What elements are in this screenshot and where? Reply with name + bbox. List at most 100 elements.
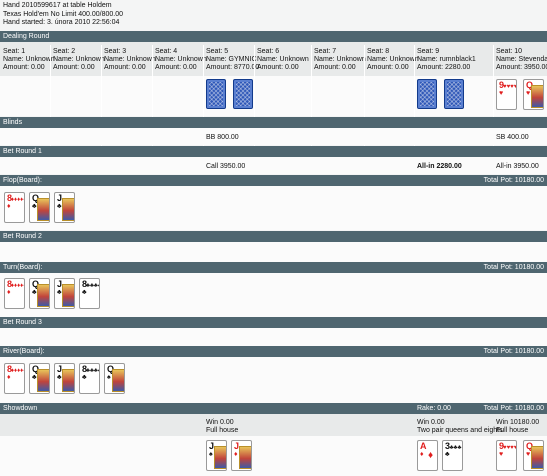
section-title: Flop(Board): [3, 177, 42, 184]
card-pips: ♦ [427, 450, 434, 461]
seat-amount: Amount: 0.00 [314, 64, 356, 72]
card-back [417, 79, 437, 109]
seat-name: Name: rumnblack1 [417, 56, 476, 64]
seat-seat: Seat: 4 [155, 48, 178, 55]
showdown-seat9-win: Win 0.00 [417, 419, 445, 426]
face-card-portrait [62, 284, 74, 307]
playing-card: Q ♥ [523, 79, 544, 110]
face-card-portrait [531, 85, 543, 108]
hand-start-time: Hand started: 3. února 2010 22:56:04 [3, 19, 120, 26]
card-suit-icon: ♥ [499, 451, 504, 458]
flop-band [0, 186, 547, 230]
face-card-portrait [239, 446, 251, 469]
card-suit-icon: ♣ [32, 289, 37, 296]
playing-card: 8♦♦♦♦♦♦♦♦♦ [4, 363, 25, 394]
seat-seat: Seat: 5 [206, 48, 229, 55]
playing-card: 8♣♣♣♣♣♣♣♣♣ [79, 278, 100, 309]
showdown-seat10-hand: Full house [496, 427, 529, 434]
card-pips: ♣♣♣♣♣♣♣♣ [86, 283, 99, 289]
section-title: Dealing Round [3, 33, 50, 40]
seat-name: Name: Unknown [155, 56, 207, 64]
seat-name: Name: Unknown [257, 56, 309, 64]
seat-name: Name: Unknown [53, 56, 105, 64]
playing-card: 8♦♦♦♦♦♦♦♦♦ [4, 278, 25, 309]
card-suit-icon: ♦ [7, 289, 11, 296]
card-suit-icon: ♥ [499, 90, 504, 97]
section-river: River(Board): Total Pot: 10180.00 [0, 346, 547, 357]
seat-amount: Amount: 0.00 [155, 64, 197, 72]
card-suit-icon: ♣ [57, 203, 62, 210]
bet1-seat5: Call 3950.00 [206, 163, 246, 170]
bet2-band [0, 242, 547, 262]
playing-card: Q ♥ [523, 440, 544, 471]
card-pips: ♦♦♦♦♦♦♦♦ [11, 368, 24, 374]
seat-info: Seat: 1 Name: Unknown Amount: 0.00 [3, 48, 55, 73]
section-bet-round-2: Bet Round 2 [0, 231, 547, 242]
section-title: Showdown [3, 405, 38, 412]
hand-title: Hand 2010599617 at table Holdem [3, 2, 112, 9]
seat-info: Seat: 7 Name: Unknown Amount: 0.00 [314, 48, 366, 73]
playing-card: 9♥♥♥♥♥♥♥♥♥♥ [496, 440, 517, 471]
card-suit-icon: ♣ [82, 289, 87, 296]
face-card-portrait [531, 446, 543, 469]
seat-amount: Amount: 0.00 [257, 64, 299, 72]
card-pips: ♣♣♣ [449, 445, 462, 451]
card-pips: ♦♦♦♦♦♦♦♦ [11, 197, 24, 203]
section-showdown: Showdown Rake: 0.00 Total Pot: 10180.00 [0, 403, 547, 414]
card-suit-icon: ♣ [82, 374, 87, 381]
card-suit-icon: ♠ [209, 451, 213, 458]
playing-card: J ♦ [231, 440, 252, 471]
playing-card: A ♦ ♦ [417, 440, 438, 471]
bet3-band [0, 328, 547, 346]
hand-info: Hand 2010599617 at table Holdem Texas Ho… [3, 2, 123, 28]
seat-seat: Seat: 3 [104, 48, 127, 55]
seat-amount: Amount: 0.00 [3, 64, 45, 72]
blind-seat5: BB 800.00 [206, 134, 239, 141]
seat-name: Name: GYMNIC [206, 56, 257, 64]
section-title: River(Board): [3, 348, 45, 355]
showdown-seat9-hand: Two pair queens and eights [417, 427, 503, 434]
card-pips: ♥♥♥♥♥♥♥♥♥ [503, 84, 517, 90]
card-back [444, 79, 464, 109]
bet1-seat9: All-in 2280.00 [417, 163, 462, 170]
face-card-portrait [214, 446, 226, 469]
seat-info: Seat: 2 Name: Unknown Amount: 0.00 [53, 48, 105, 73]
card-back [233, 79, 253, 109]
card-suit-icon: ♣ [32, 374, 37, 381]
seat-name: Name: Unknown [314, 56, 366, 64]
section-bet-round-1: Bet Round 1 [0, 146, 547, 157]
seat-amount: Amount: 3950.00 [496, 64, 547, 72]
card-suit-icon: ♥ [526, 90, 531, 97]
playing-card: Q ♣ [29, 363, 50, 394]
showdown-cards-band [0, 436, 547, 476]
bet1-band [0, 157, 547, 174]
seat-seat: Seat: 7 [314, 48, 337, 55]
card-suit-icon: ♣ [57, 374, 62, 381]
seat-amount: Amount: 0.00 [53, 64, 95, 72]
seat-amount: Amount: 0.00 [104, 64, 146, 72]
seat-seat: Seat: 6 [257, 48, 280, 55]
seat-amount: Amount: 2280.00 [417, 64, 471, 72]
card-pips: ♥♥♥♥♥♥♥♥♥ [503, 445, 517, 451]
playing-card: 8♦♦♦♦♦♦♦♦♦ [4, 192, 25, 223]
card-suit-icon: ♥ [526, 451, 531, 458]
face-card-portrait [37, 284, 49, 307]
card-rank: A [420, 441, 427, 451]
seat-name: Name: Stevendall [496, 56, 547, 64]
card-suit-icon: ♦ [7, 374, 11, 381]
seat-amount: Amount: 8770.00 [206, 64, 260, 72]
seat-info: Seat: 6 Name: Unknown Amount: 0.00 [257, 48, 309, 73]
seat-info: Seat: 5 Name: GYMNIC Amount: 8770.00 [206, 48, 259, 73]
total-pot: Total Pot: 10180.00 [483, 405, 544, 412]
total-pot: Total Pot: 10180.00 [483, 264, 544, 271]
blind-seat10: SB 400.00 [496, 134, 529, 141]
card-suit-icon: ♦ [7, 203, 11, 210]
seat-seat: Seat: 1 [3, 48, 26, 55]
seat-amount: Amount: 0.00 [367, 64, 409, 72]
playing-card: 8♣♣♣♣♣♣♣♣♣ [79, 363, 100, 394]
card-suit-icon: ♣ [57, 289, 62, 296]
blinds-band [0, 128, 547, 145]
playing-card: Q ♣ [29, 192, 50, 223]
seat-seat: Seat: 9 [417, 48, 440, 55]
section-title: Bet Round 1 [3, 148, 42, 155]
